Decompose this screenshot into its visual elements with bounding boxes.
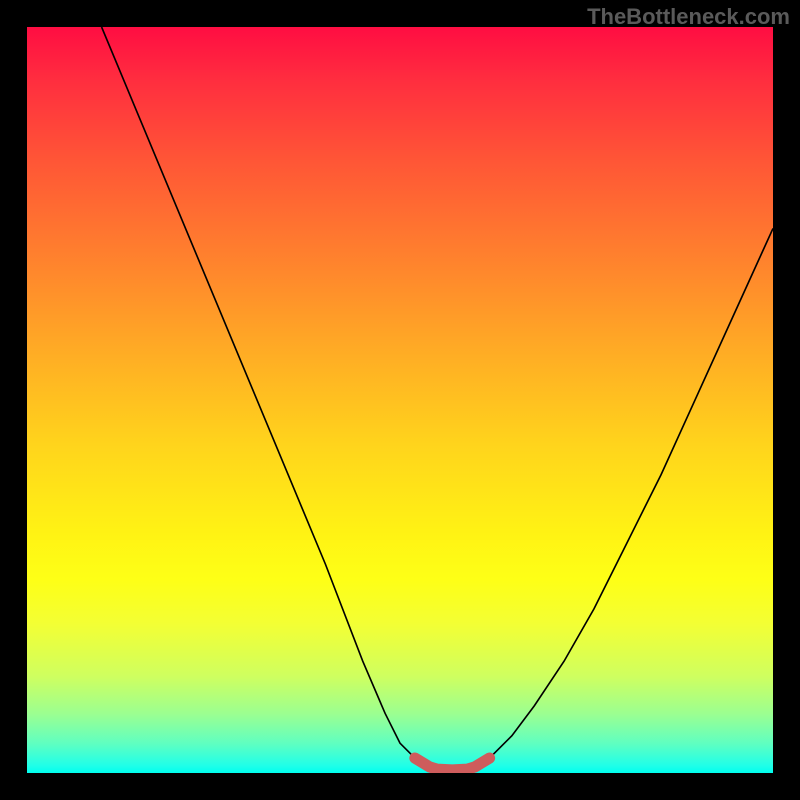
watermark-text: TheBottleneck.com — [587, 4, 790, 30]
right-ascent-curve — [490, 228, 773, 758]
bottom-plateau-curve — [415, 758, 490, 770]
left-descent-curve — [102, 27, 415, 758]
plot-area — [27, 27, 773, 773]
chart-frame: TheBottleneck.com — [0, 0, 800, 800]
curve-layer — [27, 27, 773, 773]
